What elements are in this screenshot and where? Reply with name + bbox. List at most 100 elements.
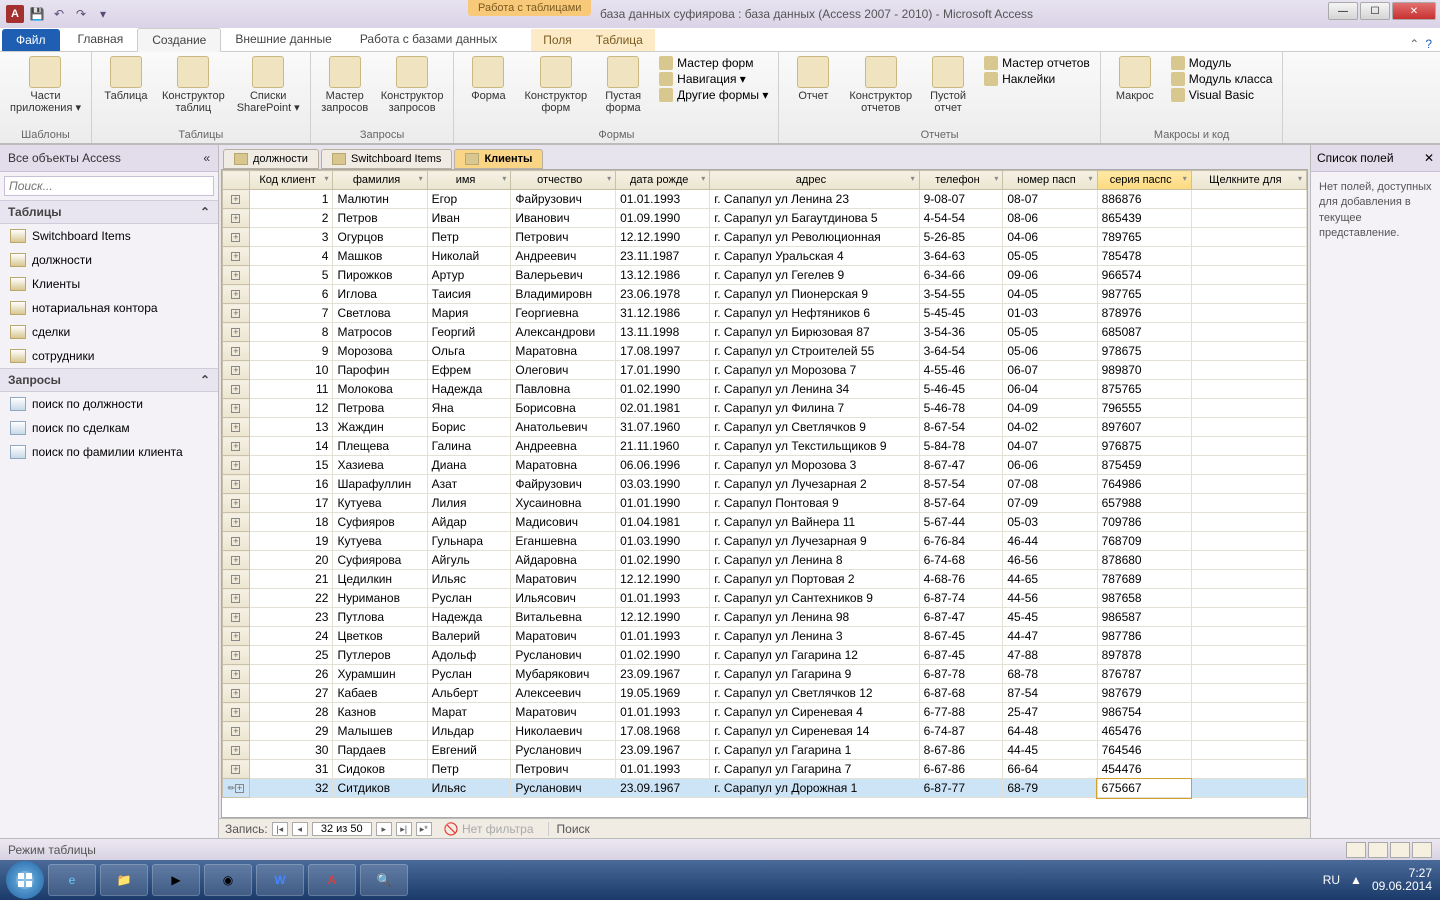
cell[interactable]: 8 [249, 323, 333, 342]
table-row[interactable]: +6ИгловаТаисияВладимировн23.06.1978г. Са… [223, 285, 1307, 304]
cell[interactable]: Казнов [333, 703, 427, 722]
nav-new-button[interactable]: ▸* [416, 822, 432, 836]
ribbon-button[interactable]: Таблица [102, 56, 150, 102]
cell[interactable]: 5-45-45 [919, 304, 1003, 323]
cell[interactable]: Петр [427, 228, 511, 247]
cell[interactable]: Руслан [427, 589, 511, 608]
cell[interactable]: 21 [249, 570, 333, 589]
minimize-button[interactable]: — [1328, 2, 1358, 20]
cell[interactable]: г. Сарапул ул Строителей 55 [710, 342, 919, 361]
cell[interactable]: 12.12.1990 [616, 228, 710, 247]
ribbon-tab[interactable]: Главная [64, 28, 138, 51]
cell[interactable]: 6-76-84 [919, 532, 1003, 551]
table-row[interactable]: +5ПирожковАртурВалерьевич13.12.1986г. Са… [223, 266, 1307, 285]
cell[interactable]: 4 [249, 247, 333, 266]
ribbon-stack-item[interactable]: Модуль класса [1171, 72, 1273, 86]
cell[interactable]: г. Сарапул ул Ленина 8 [710, 551, 919, 570]
cell[interactable]: 966574 [1097, 266, 1191, 285]
cell[interactable]: г. Сарапул ул Сиреневая 14 [710, 722, 919, 741]
ribbon-button[interactable]: Конструкторзапросов [381, 56, 444, 114]
cell[interactable]: 796555 [1097, 399, 1191, 418]
cell[interactable]: 23.06.1978 [616, 285, 710, 304]
cell[interactable]: 5-84-78 [919, 437, 1003, 456]
cell[interactable]: Молокова [333, 380, 427, 399]
cell[interactable]: г. Сарапул ул Ленина 34 [710, 380, 919, 399]
cell[interactable]: Алексеевич [511, 684, 616, 703]
cell[interactable]: 01.09.1990 [616, 209, 710, 228]
cell[interactable]: 12.12.1990 [616, 570, 710, 589]
nav-search-label[interactable]: Поиск [548, 822, 590, 836]
cell[interactable]: 03.03.1990 [616, 475, 710, 494]
cell[interactable]: 04-06 [1003, 228, 1097, 247]
cell[interactable]: 01.04.1981 [616, 513, 710, 532]
cell[interactable]: 876787 [1097, 665, 1191, 684]
cell[interactable]: Еганшевна [511, 532, 616, 551]
cell[interactable]: 04-09 [1003, 399, 1097, 418]
cell[interactable]: 886876 [1097, 190, 1191, 209]
cell[interactable]: 5-46-78 [919, 399, 1003, 418]
cell[interactable]: 976875 [1097, 437, 1191, 456]
cell[interactable]: 04-07 [1003, 437, 1097, 456]
column-header[interactable]: телефон▾ [919, 171, 1003, 190]
nav-table-item[interactable]: Клиенты [0, 272, 218, 296]
context-tab[interactable]: Поля [531, 29, 584, 51]
cell[interactable]: 8-67-54 [919, 418, 1003, 437]
save-icon[interactable]: 💾 [28, 5, 46, 23]
cell[interactable]: 8-67-86 [919, 741, 1003, 760]
cell[interactable]: г. Сарапул ул Сантехников 9 [710, 589, 919, 608]
cell[interactable]: 07-08 [1003, 475, 1097, 494]
table-row[interactable]: +3ОгурцовПетрПетрович12.12.1990г. Сарапу… [223, 228, 1307, 247]
cell[interactable]: 44-56 [1003, 589, 1097, 608]
doc-tab[interactable]: должности [223, 149, 319, 169]
cell[interactable]: 987679 [1097, 684, 1191, 703]
ribbon-stack-item[interactable]: Наклейки [984, 72, 1090, 86]
cell[interactable]: Марат [427, 703, 511, 722]
cell[interactable]: Малышев [333, 722, 427, 741]
cell[interactable]: Светлова [333, 304, 427, 323]
cell[interactable]: 5 [249, 266, 333, 285]
doc-tab[interactable]: Switchboard Items [321, 149, 452, 169]
cell[interactable]: Георгиевна [511, 304, 616, 323]
cell[interactable]: 878680 [1097, 551, 1191, 570]
cell[interactable]: 06.06.1996 [616, 456, 710, 475]
cell[interactable]: 06-04 [1003, 380, 1097, 399]
cell[interactable]: Малютин [333, 190, 427, 209]
cell[interactable]: 897878 [1097, 646, 1191, 665]
cell[interactable]: Павловна [511, 380, 616, 399]
nav-table-item[interactable]: нотариальная контора [0, 296, 218, 320]
view-switcher[interactable] [1346, 842, 1432, 858]
cell[interactable]: 45-45 [1003, 608, 1097, 627]
cell[interactable]: 875459 [1097, 456, 1191, 475]
taskbar-word-icon[interactable]: W [256, 864, 304, 896]
cell[interactable]: 01.01.1993 [616, 760, 710, 779]
table-row[interactable]: +15ХазиеваДианаМаратовна06.06.1996г. Сар… [223, 456, 1307, 475]
cell[interactable]: Путлова [333, 608, 427, 627]
cell[interactable]: 46-56 [1003, 551, 1097, 570]
cell[interactable]: 05-06 [1003, 342, 1097, 361]
ribbon-minimize-icon[interactable]: ⌃ [1409, 37, 1419, 51]
cell[interactable]: Русланович [511, 779, 616, 798]
tray-clock[interactable]: 7:27 09.06.2014 [1372, 867, 1432, 893]
taskbar-ie-icon[interactable]: e [48, 864, 96, 896]
cell[interactable]: г. Сарапул ул Морозова 7 [710, 361, 919, 380]
cell[interactable]: г. Сарапул ул Бирюзовая 87 [710, 323, 919, 342]
cell[interactable]: Галина [427, 437, 511, 456]
cell[interactable]: Мубарякович [511, 665, 616, 684]
cell[interactable]: Егор [427, 190, 511, 209]
taskbar-chrome-icon[interactable]: ◉ [204, 864, 252, 896]
qat-more-icon[interactable]: ▾ [94, 5, 112, 23]
cell[interactable]: 2 [249, 209, 333, 228]
cell[interactable]: Лилия [427, 494, 511, 513]
cell[interactable]: 789765 [1097, 228, 1191, 247]
cell[interactable]: Мария [427, 304, 511, 323]
cell[interactable]: 01.01.1993 [616, 703, 710, 722]
cell[interactable]: 29 [249, 722, 333, 741]
cell[interactable]: Маратовна [511, 342, 616, 361]
cell[interactable]: Хазиева [333, 456, 427, 475]
cell[interactable]: 709786 [1097, 513, 1191, 532]
cell[interactable]: 08-07 [1003, 190, 1097, 209]
nav-record-input[interactable] [312, 822, 372, 836]
table-row[interactable]: +4МашковНиколайАндреевич23.11.1987г. Сар… [223, 247, 1307, 266]
cell[interactable]: 785478 [1097, 247, 1191, 266]
taskbar-access-icon[interactable]: A [308, 864, 356, 896]
